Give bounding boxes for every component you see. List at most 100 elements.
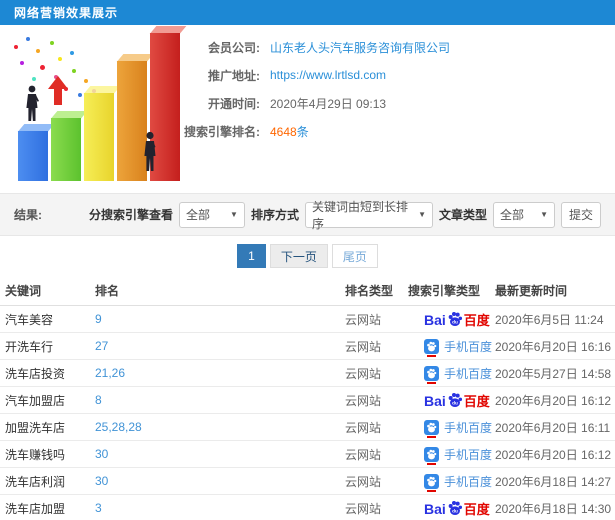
engine-type-cell: Bai du 百度 xyxy=(408,500,495,516)
info-row-rank-count: 搜索引擎排名: 4648条 xyxy=(170,117,450,145)
rank-cell[interactable]: 27 xyxy=(95,339,345,353)
info-row-company: 会员公司: 山东老人头汽车服务咨询有限公司 xyxy=(170,33,450,61)
rank-count-number: 4648 xyxy=(270,124,297,139)
engine-filter-value: 全部 xyxy=(185,208,210,222)
account-info-section: 会员公司: 山东老人头汽车服务咨询有限公司 推广地址: https://www.… xyxy=(0,25,615,193)
pagination: 1 下一页 尾页 xyxy=(0,236,615,276)
chevron-down-icon: ▼ xyxy=(230,210,238,219)
submit-button[interactable]: 提交 xyxy=(561,201,601,228)
column-header: 最新更新时间 xyxy=(495,284,568,298)
column-header: 关键词 xyxy=(5,284,42,298)
sort-filter-value: 关键词由短到长排序 xyxy=(311,199,408,231)
rank-type-cell: 云网站 xyxy=(345,312,382,327)
marketing-chart-graphic xyxy=(6,26,187,189)
updated-time-cell: 2020年5月27日 14:58 xyxy=(495,366,612,381)
rank-type-cell: 云网站 xyxy=(345,420,382,435)
engine-type-cell: 手机百度 xyxy=(408,365,495,384)
page-header: 网络营销效果展示 xyxy=(0,0,615,25)
keyword-cell: 开洗车行 xyxy=(5,339,54,354)
svg-text:du: du xyxy=(452,509,458,514)
open-time-value: 2020年4月29日 09:13 xyxy=(270,96,387,111)
results-table: 关键词 排名 排名类型 搜索引擎类型 最新更新时间 汽车美容 9 云网站 Bai du 百度… xyxy=(0,276,615,520)
rank-count-suffix: 条 xyxy=(296,124,309,139)
baidu-mobile-icon xyxy=(424,338,439,357)
open-time-label: 开通时间: xyxy=(208,96,260,111)
chevron-down-icon: ▼ xyxy=(540,210,548,219)
filter-controls: 分搜索引擎查看 全部 ▼ 排序方式 关键词由短到长排序 ▼ 文章类型 全部 ▼ … xyxy=(88,200,601,231)
results-table-body: 汽车美容 9 云网站 Bai du 百度 2020年6月5日 11:24 开洗车行 27 云… xyxy=(0,306,615,520)
growth-arrow-icon xyxy=(48,76,68,105)
rank-cell[interactable]: 25,28,28 xyxy=(95,420,345,434)
table-row: 汽车加盟店 8 云网站 Bai du 百度 2020年6月20日 16:12 xyxy=(0,387,615,414)
rank-count-value: 4648条 xyxy=(270,123,309,140)
businessman-figure-left xyxy=(26,85,39,121)
sort-filter-label: 排序方式 xyxy=(250,208,299,222)
promo-url-link[interactable]: https://www.lrtlsd.com xyxy=(270,68,386,82)
filter-bar: 结果: 分搜索引擎查看 全部 ▼ 排序方式 关键词由短到长排序 ▼ 文章类型 全… xyxy=(0,193,615,236)
article-type-select[interactable]: 全部 ▼ xyxy=(493,201,555,228)
baidu-mobile-logo: 手机百度 xyxy=(424,365,492,384)
baidu-paw-icon: du xyxy=(448,501,462,515)
info-row-open-time: 开通时间: 2020年4月29日 09:13 xyxy=(170,89,450,117)
rank-type-cell: 云网站 xyxy=(345,366,382,381)
engine-type-cell: 手机百度 xyxy=(408,338,495,357)
keyword-cell: 洗车店利润 xyxy=(5,474,66,489)
engine-type-cell: Bai du 百度 xyxy=(408,392,495,408)
article-type-label: 文章类型 xyxy=(438,208,487,222)
baidu-paw-icon: du xyxy=(448,393,462,407)
company-label: 会员公司: xyxy=(208,40,260,55)
rank-type-cell: 云网站 xyxy=(345,474,382,489)
rank-cell[interactable]: 30 xyxy=(95,447,345,461)
baidu-pc-logo: Bai du 百度 xyxy=(424,312,490,328)
rank-cell[interactable]: 9 xyxy=(95,312,345,326)
account-info-list: 会员公司: 山东老人头汽车服务咨询有限公司 推广地址: https://www.… xyxy=(170,33,450,145)
rank-cell[interactable]: 8 xyxy=(95,393,345,407)
updated-time-cell: 2020年6月18日 14:30 xyxy=(495,501,612,516)
column-header: 排名类型 xyxy=(345,284,394,298)
svg-text:du: du xyxy=(452,320,458,325)
rank-cell[interactable]: 21,26 xyxy=(95,366,345,380)
page-number-current[interactable]: 1 xyxy=(237,244,266,268)
result-label: 结果: xyxy=(14,208,42,222)
baidu-mobile-logo: 手机百度 xyxy=(424,419,492,438)
promo-url-label: 推广地址: xyxy=(208,68,260,83)
svg-text:du: du xyxy=(452,401,458,406)
updated-time-cell: 2020年6月20日 16:12 xyxy=(495,393,612,408)
company-link[interactable]: 山东老人头汽车服务咨询有限公司 xyxy=(270,39,450,56)
keyword-cell: 汽车加盟店 xyxy=(5,393,66,408)
table-row: 开洗车行 27 云网站 手机百度 2020年6月20日 16:16 xyxy=(0,333,615,360)
rank-type-cell: 云网站 xyxy=(345,447,382,462)
keyword-cell: 洗车赚钱吗 xyxy=(5,447,66,462)
engine-filter-select[interactable]: 全部 ▼ xyxy=(178,201,245,228)
rank-cell[interactable]: 3 xyxy=(95,501,345,515)
table-row: 汽车美容 9 云网站 Bai du 百度 2020年6月5日 11:24 xyxy=(0,306,615,333)
rank-type-cell: 云网站 xyxy=(345,393,382,408)
engine-type-cell: 手机百度 xyxy=(408,473,495,492)
baidu-mobile-icon xyxy=(424,365,439,384)
businessman-figure-right xyxy=(144,131,156,171)
engine-filter-label: 分搜索引擎查看 xyxy=(88,208,173,222)
table-row: 加盟洗车店 25,28,28 云网站 手机百度 2020年6月20日 16:11 xyxy=(0,414,615,441)
last-page-button[interactable]: 尾页 xyxy=(331,244,378,268)
baidu-mobile-logo: 手机百度 xyxy=(424,338,492,357)
table-row: 洗车店加盟 3 云网站 Bai du 百度 2020年6月18日 14:30 xyxy=(0,495,615,520)
results-table-header: 关键词 排名 排名类型 搜索引擎类型 最新更新时间 xyxy=(0,276,615,306)
column-header: 排名 xyxy=(95,284,120,298)
table-row: 洗车店利润 30 云网站 手机百度 2020年6月18日 14:27 xyxy=(0,468,615,495)
sort-filter-select[interactable]: 关键词由短到长排序 ▼ xyxy=(304,200,433,231)
article-type-value: 全部 xyxy=(500,208,525,222)
baidu-mobile-logo: 手机百度 xyxy=(424,446,492,465)
bar-chart-decoration xyxy=(6,26,187,181)
table-row: 洗车赚钱吗 30 云网站 手机百度 2020年6月20日 16:12 xyxy=(0,441,615,468)
keyword-cell: 洗车店加盟 xyxy=(5,501,66,516)
baidu-paw-icon: du xyxy=(448,312,462,326)
info-row-url: 推广地址: https://www.lrtlsd.com xyxy=(170,61,450,89)
next-page-button[interactable]: 下一页 xyxy=(269,244,328,268)
rank-type-cell: 云网站 xyxy=(345,501,382,516)
rank-count-label: 搜索引擎排名: xyxy=(184,124,260,139)
rank-cell[interactable]: 30 xyxy=(95,474,345,488)
table-row: 洗车店投资 21,26 云网站 手机百度 2020年5月27日 14:58 xyxy=(0,360,615,387)
keyword-cell: 加盟洗车店 xyxy=(5,420,66,435)
baidu-mobile-logo: 手机百度 xyxy=(424,473,492,492)
baidu-mobile-icon xyxy=(424,446,439,465)
